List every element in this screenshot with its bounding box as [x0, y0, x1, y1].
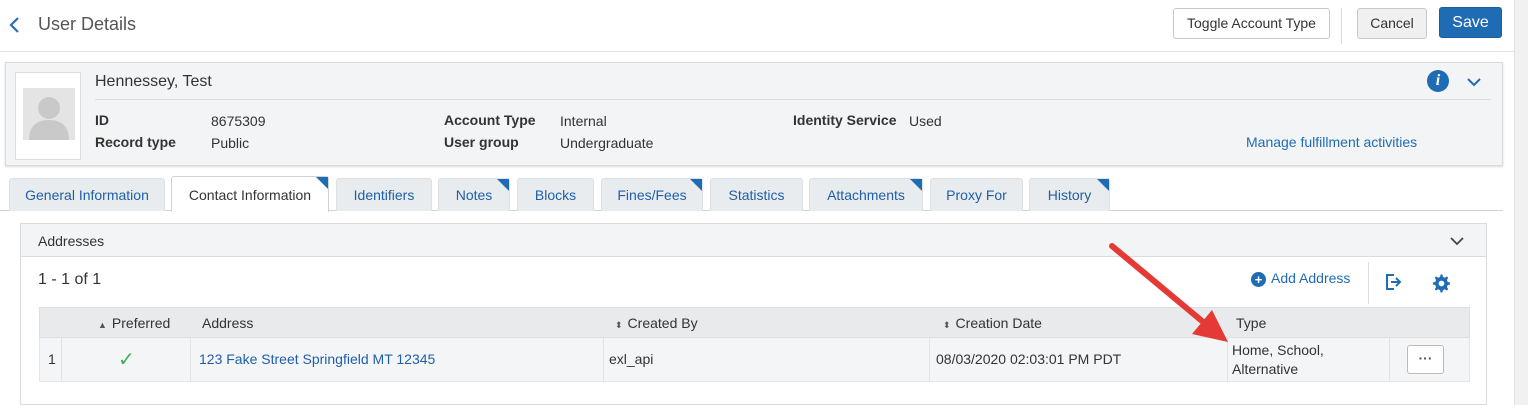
flag-corner-icon — [690, 179, 702, 191]
info-icon[interactable]: i — [1427, 70, 1449, 92]
page-scrollbar[interactable] — [1514, 0, 1528, 405]
divider — [1341, 8, 1342, 44]
column-label: Type — [1236, 315, 1267, 331]
tab-general-information[interactable]: General Information — [9, 178, 165, 211]
column-header-preferred[interactable]: ▲ Preferred — [98, 315, 170, 331]
tab-bar: General Information Contact Information … — [0, 176, 1503, 212]
tab-contact-information[interactable]: Contact Information — [171, 176, 329, 212]
row-actions-button[interactable]: ··· — [1407, 345, 1444, 374]
tab-label: Blocks — [534, 187, 577, 203]
address-link[interactable]: 123 Fake Street Springfield MT 12345 — [199, 351, 435, 367]
tab-label: Proxy For — [946, 187, 1007, 203]
identity-service-value: Used — [909, 113, 942, 129]
record-type-value: Public — [211, 135, 250, 151]
user-group-value: Undergraduate — [560, 135, 654, 151]
divider — [190, 338, 191, 381]
column-header-type: Type — [1236, 315, 1266, 331]
tab-label: General Information — [25, 187, 149, 203]
annotation-arrow-icon — [1109, 243, 1228, 342]
addresses-panel: Addresses 1 - 1 of 1 + Add Address ▲ Prefe… — [20, 223, 1487, 405]
back-arrow-icon[interactable] — [8, 14, 24, 36]
chevron-down-icon[interactable] — [1464, 71, 1484, 91]
add-address-button[interactable]: + Add Address — [1251, 270, 1350, 287]
divider — [95, 99, 1491, 100]
divider — [929, 338, 930, 381]
type-value-line-2: Alternative — [1232, 361, 1299, 377]
addresses-panel-header[interactable]: Addresses — [21, 224, 1486, 257]
identity-service-label: Identity Service — [793, 112, 897, 128]
column-label: Preferred — [111, 315, 171, 331]
export-icon[interactable] — [1383, 272, 1403, 292]
flag-corner-icon — [497, 179, 509, 191]
user-group-label: User group — [444, 134, 519, 150]
user-name: Hennessey, Test — [95, 73, 212, 90]
creation-date-value: 08/03/2020 02:03:01 PM PDT — [936, 351, 1122, 367]
save-button[interactable]: Save — [1439, 7, 1502, 38]
add-address-label: Add Address — [1271, 270, 1351, 286]
user-summary-card: Hennessey, Test i ID 8675309 Record type… — [5, 62, 1503, 166]
preferred-check-icon: ✓ — [118, 349, 135, 371]
tab-proxy-for[interactable]: Proxy For — [930, 178, 1023, 211]
cancel-button[interactable]: Cancel — [1357, 8, 1427, 39]
table-header: ▲ Preferred Address ⬍ Created By ⬍ Creation… — [39, 307, 1470, 338]
tab-label: Notes — [455, 187, 493, 203]
tab-label: Statistics — [728, 187, 785, 203]
tab-statistics[interactable]: Statistics — [710, 178, 803, 211]
divider — [61, 338, 62, 381]
tab-label: Identifiers — [353, 187, 415, 203]
gear-icon[interactable] — [1432, 274, 1451, 293]
record-type-label: Record type — [95, 134, 176, 150]
avatar — [15, 72, 81, 160]
flag-corner-icon — [316, 177, 328, 189]
flag-corner-icon — [910, 179, 922, 191]
tab-label: Attachments — [827, 187, 905, 203]
divider — [1368, 262, 1369, 304]
panel-title: Addresses — [38, 233, 105, 249]
column-header-address: Address — [202, 315, 253, 331]
avatar-placeholder-icon — [23, 88, 75, 140]
column-label: Created By — [627, 315, 698, 331]
page-title: User Details — [38, 14, 137, 34]
tab-label: Contact Information — [188, 187, 312, 203]
divider — [1389, 338, 1390, 381]
tab-label: Fines/Fees — [617, 187, 687, 203]
table-row: 1 ✓ 123 Fake Street Springfield MT 12345… — [39, 338, 1470, 382]
column-label: Address — [202, 315, 254, 331]
tab-label: History — [1047, 187, 1092, 203]
chevron-down-icon[interactable] — [1448, 232, 1466, 250]
toggle-account-type-button[interactable]: Toggle Account Type — [1173, 8, 1330, 39]
tab-blocks[interactable]: Blocks — [517, 178, 594, 211]
manage-fulfillment-link[interactable]: Manage fulfillment activities — [1246, 134, 1417, 150]
divider — [603, 338, 604, 381]
tab-identifiers[interactable]: Identifiers — [336, 178, 432, 211]
type-value-line-1: Home, School, — [1232, 342, 1324, 358]
account-type-value: Internal — [560, 113, 607, 129]
column-label: Creation Date — [955, 315, 1042, 331]
created-by-value: exl_api — [609, 351, 654, 367]
column-header-creation-date[interactable]: ⬍ Creation Date — [943, 315, 1042, 331]
top-bar: User Details Toggle Account Type Cancel … — [0, 0, 1514, 52]
account-type-label: Account Type — [444, 112, 536, 128]
id-label: ID — [95, 112, 109, 128]
tab-history[interactable]: History — [1029, 178, 1110, 211]
flag-corner-icon — [1097, 179, 1109, 191]
tab-notes[interactable]: Notes — [438, 178, 510, 211]
tab-fines-fees[interactable]: Fines/Fees — [601, 178, 703, 211]
id-value: 8675309 — [211, 113, 266, 129]
plus-icon: + — [1251, 272, 1266, 287]
tab-attachments[interactable]: Attachments — [809, 178, 923, 211]
results-count: 1 - 1 of 1 — [38, 271, 102, 288]
column-header-created-by[interactable]: ⬍ Created By — [615, 315, 698, 331]
row-index: 1 — [48, 351, 56, 367]
